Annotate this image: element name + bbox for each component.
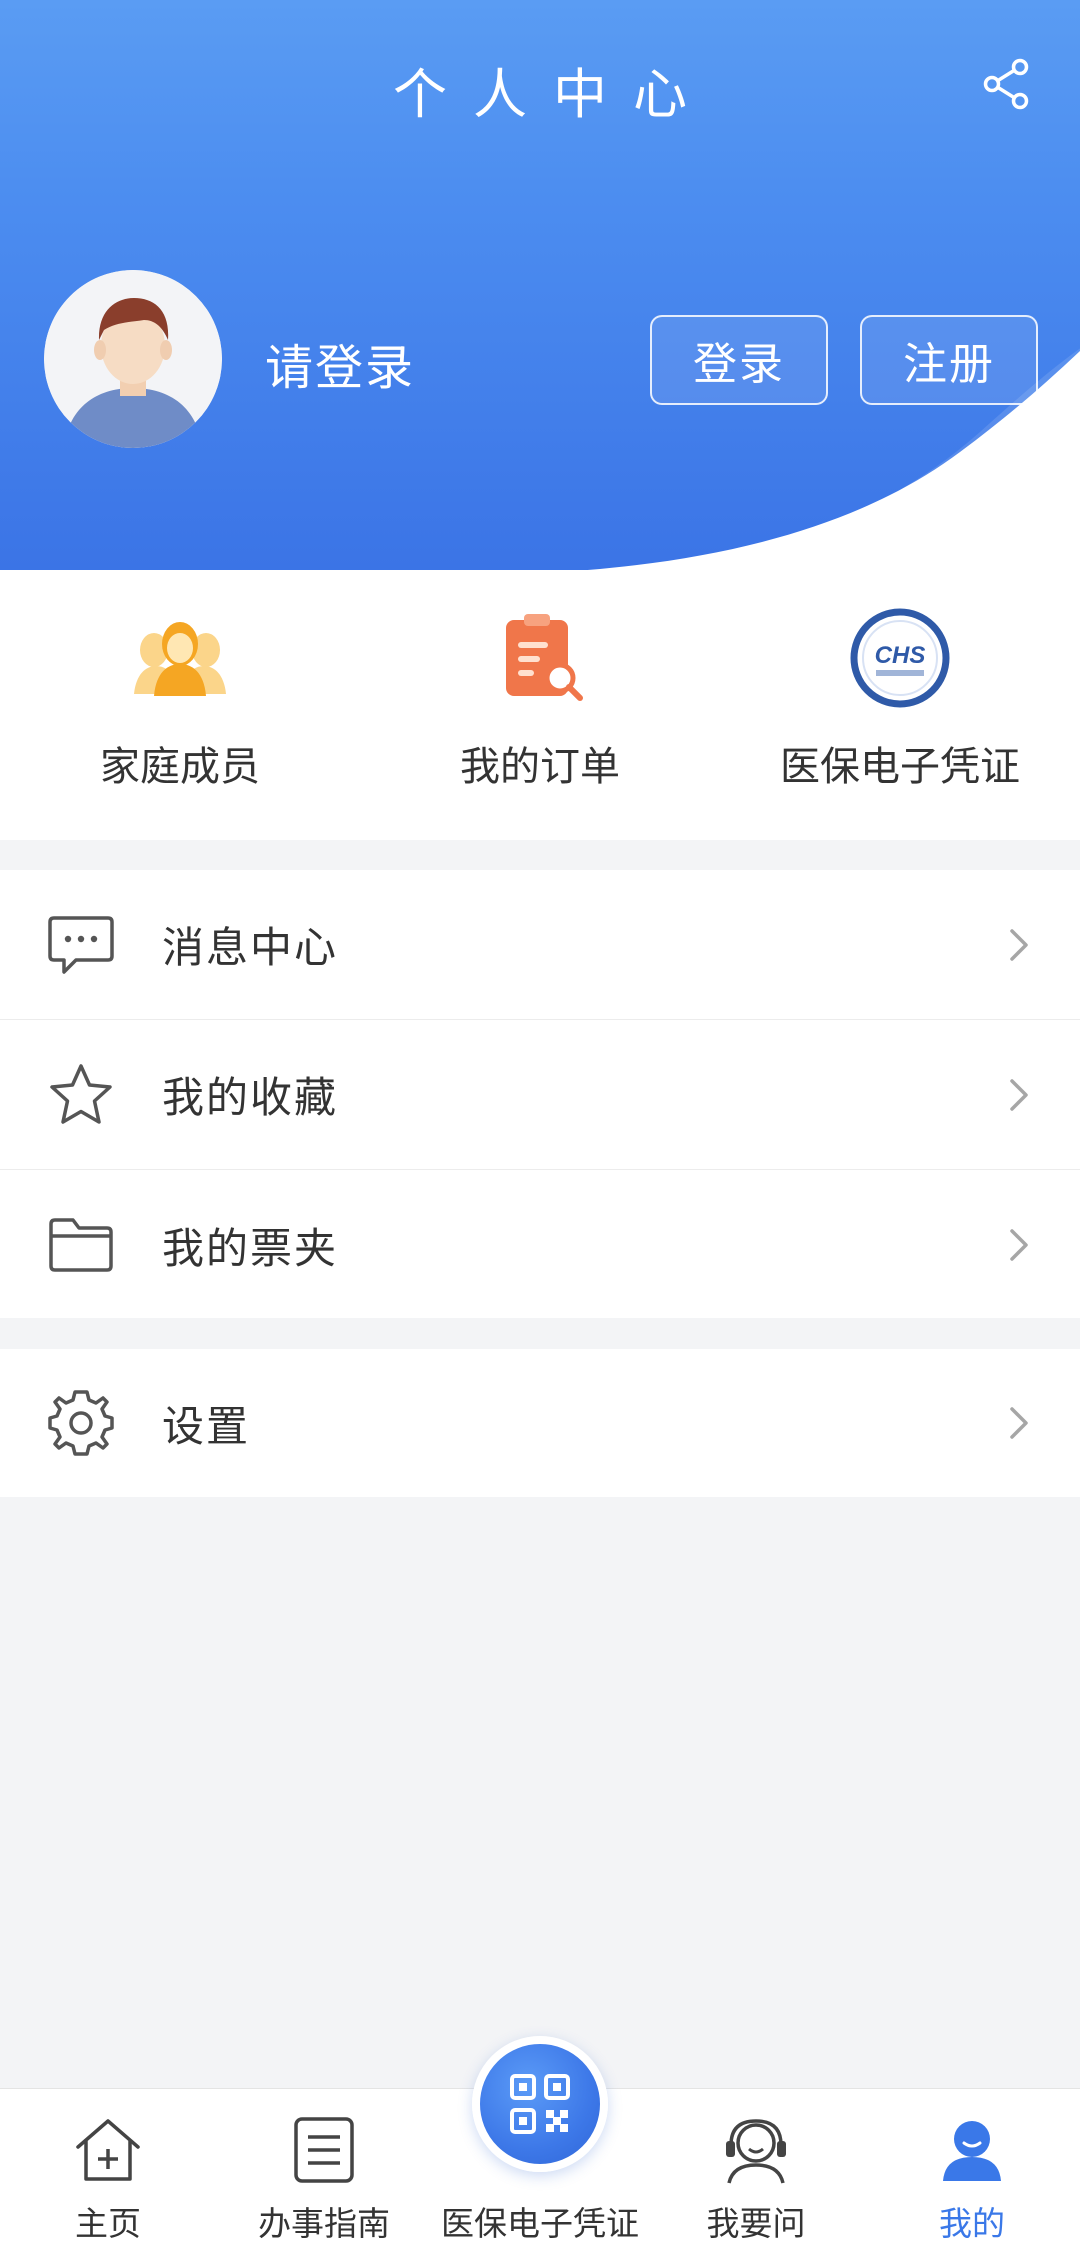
share-button[interactable] — [974, 52, 1038, 116]
nav-item-home[interactable]: 主页 — [0, 2089, 216, 2255]
folder-icon — [44, 1208, 118, 1282]
login-prompt[interactable]: 请登录 — [265, 328, 415, 398]
message-icon — [44, 908, 118, 982]
nav-label-medical-voucher: 医保电子凭证 — [441, 2204, 639, 2243]
menu-item-settings[interactable]: 设置 — [0, 1349, 1080, 1497]
avatar[interactable] — [44, 270, 222, 448]
quick-item-medical-voucher[interactable]: CHS 医保电子凭证 — [720, 608, 1080, 792]
family-members-icon — [134, 622, 226, 696]
nav-item-ask[interactable]: 我要问 — [648, 2089, 864, 2255]
qr-code-icon — [510, 2074, 570, 2134]
login-button[interactable]: 登录 — [650, 315, 828, 405]
menu-item-favorites[interactable]: 我的收藏 — [0, 1020, 1080, 1170]
chevron-right-icon — [1010, 1229, 1028, 1261]
quick-item-orders[interactable]: 我的订单 — [360, 608, 720, 792]
star-icon — [44, 1058, 118, 1132]
share-icon — [983, 58, 1029, 110]
menu-label-favorites: 我的收藏 — [162, 1073, 339, 1122]
chevron-right-icon — [1010, 1078, 1028, 1111]
menu-label-settings: 设置 — [162, 1401, 251, 1451]
order-icon — [506, 614, 583, 701]
nav-label-guide: 办事指南 — [258, 2204, 390, 2243]
chevron-right-icon — [1010, 928, 1028, 961]
profile-icon — [943, 2121, 1001, 2181]
quick-label-orders: 我的订单 — [460, 744, 620, 790]
menu-group-settings: 设置 — [0, 1349, 1080, 1497]
page-title: 个人中心 — [393, 63, 713, 126]
nav-label-mine: 我的 — [939, 2204, 1005, 2243]
quick-item-family[interactable]: 家庭成员 — [0, 608, 360, 792]
chs-logo-icon: CHS — [850, 608, 950, 708]
profile-header: 个人中心 请登录 登录 注册 — [0, 0, 1080, 570]
nav-item-mine[interactable]: 我的 — [864, 2089, 1080, 2255]
support-icon — [726, 2119, 786, 2184]
menu-group-main: 消息中心 我的收藏 我的票夹 — [0, 870, 1080, 1318]
menu-label-ticket-folder: 我的票夹 — [162, 1223, 339, 1273]
quick-actions: 家庭成员 我的订单 CHS 医保电子凭证 — [0, 570, 1080, 840]
menu-item-messages[interactable]: 消息中心 — [0, 870, 1080, 1020]
chevron-right-icon — [1010, 1407, 1028, 1439]
nav-label-home: 主页 — [75, 2204, 141, 2243]
gear-icon — [44, 1386, 118, 1460]
medical-voucher-qr-button[interactable] — [472, 2036, 608, 2172]
quick-label-medical-voucher: 医保电子凭证 — [780, 744, 1020, 790]
guide-icon — [294, 2117, 354, 2183]
nav-item-guide[interactable]: 办事指南 — [216, 2089, 432, 2255]
register-button[interactable]: 注册 — [860, 315, 1038, 405]
svg-text:CHS: CHS — [875, 642, 926, 669]
menu-label-messages: 消息中心 — [162, 923, 339, 972]
nav-label-ask: 我要问 — [706, 2204, 806, 2243]
default-user-avatar — [44, 270, 222, 448]
quick-label-family: 家庭成员 — [100, 744, 260, 790]
home-icon — [76, 2119, 140, 2181]
menu-item-ticket-folder[interactable]: 我的票夹 — [0, 1170, 1080, 1320]
